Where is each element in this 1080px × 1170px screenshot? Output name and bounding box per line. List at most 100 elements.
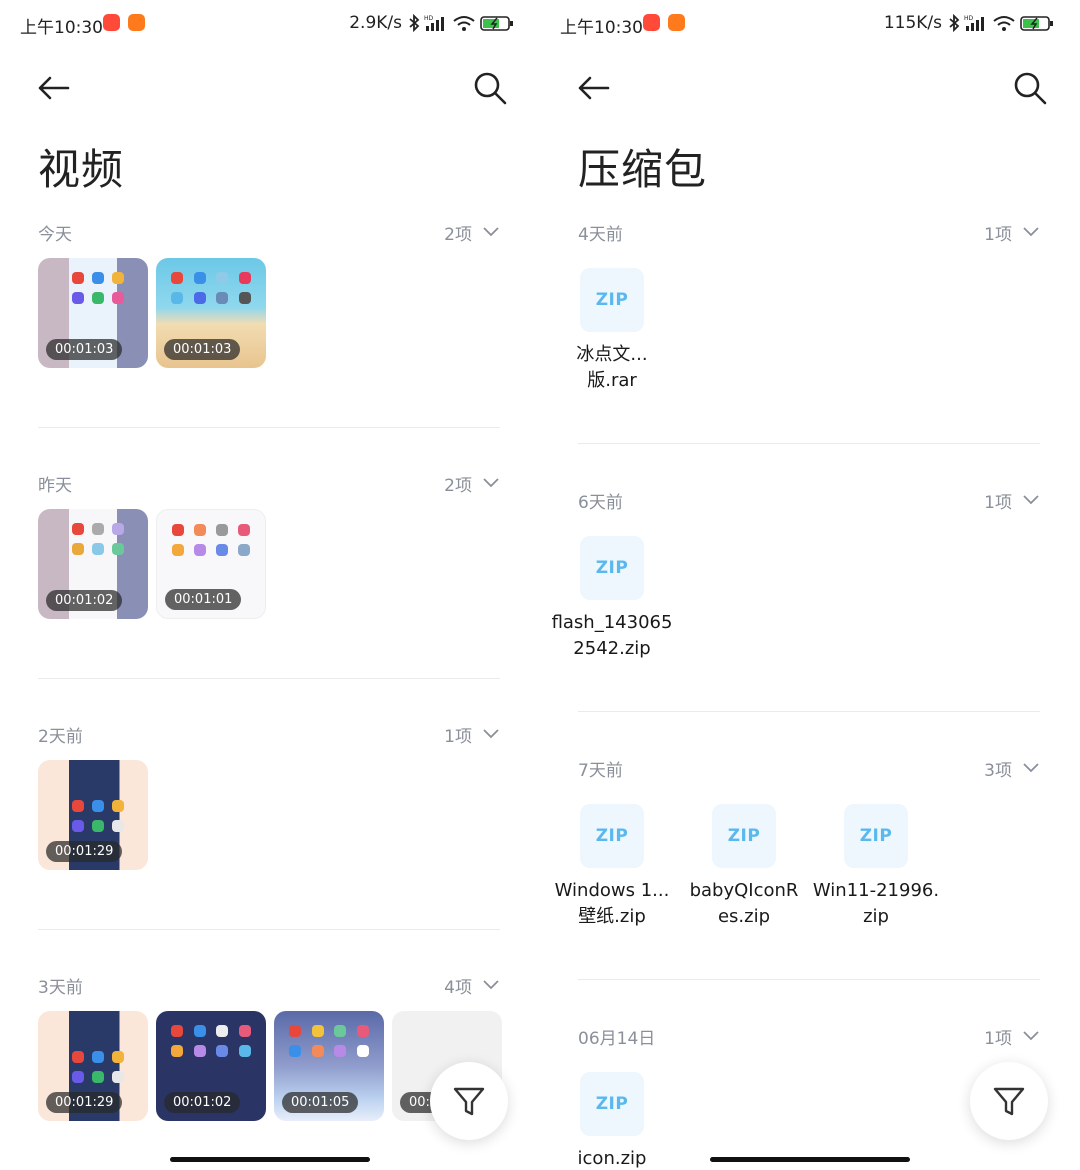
chevron-down-icon[interactable] — [1022, 760, 1040, 774]
page-title: 视频 — [38, 145, 125, 194]
section-header[interactable]: 昨天 2项 — [38, 471, 500, 499]
archive-file-item[interactable]: ZIP 冰点文... 版.rar — [576, 268, 710, 408]
page-title: 压缩包 — [578, 145, 708, 194]
video-pane: 上午10:30 2.9K/s HD 视频 今天 2项 00:01:03 00:0… — [0, 0, 540, 1170]
video-thumbnail[interactable]: 00:01:02 — [38, 509, 148, 619]
section-date: 3天前 — [38, 978, 83, 998]
section-divider — [38, 427, 500, 428]
svg-text:HD: HD — [424, 15, 434, 22]
file-name: Windows 1... 壁纸.zip — [554, 880, 670, 927]
section-2-days-ago: 2天前 1项 00:01:29 — [38, 722, 500, 882]
video-thumbnail[interactable]: 00:01:02 — [156, 1011, 266, 1121]
video-duration: 00:01:03 — [46, 339, 123, 360]
chevron-down-icon[interactable] — [1022, 224, 1040, 238]
signal-icon: HD — [964, 15, 984, 31]
archive-file-item[interactable]: ZIP icon.zip — [578, 1072, 710, 1170]
zip-file-icon: ZIP — [580, 1072, 644, 1136]
chevron-down-icon[interactable] — [1022, 1028, 1040, 1042]
status-bar: 上午10:30 115K/s HD — [540, 10, 1080, 40]
section-4-days-ago: 4天前 1项 ZIP 冰点文... 版.rar — [576, 220, 1040, 420]
section-header[interactable]: 今天 2项 — [38, 220, 500, 248]
search-icon[interactable] — [472, 70, 508, 106]
section-divider — [578, 979, 1040, 980]
back-arrow-icon[interactable] — [36, 72, 72, 104]
filter-funnel-icon — [993, 1087, 1025, 1116]
netease-music-app-icon — [103, 14, 120, 31]
section-date: 6天前 — [578, 493, 623, 513]
bluetooth-icon — [409, 14, 420, 32]
search-icon[interactable] — [1012, 70, 1048, 106]
section-count: 1项 — [984, 1029, 1012, 1049]
video-duration: 00:01:01 — [165, 589, 242, 610]
video-thumbnail[interactable]: 00:01:29 — [38, 1011, 148, 1121]
chevron-down-icon[interactable] — [482, 977, 500, 991]
top-bar — [540, 66, 1080, 110]
video-thumbnail[interactable]: 00:01:01 — [156, 509, 266, 619]
section-header[interactable]: 6天前 1项 — [578, 488, 1040, 516]
video-thumbnail[interactable]: 00:01:05 — [274, 1011, 384, 1121]
section-divider — [38, 929, 500, 930]
notification-app-icon — [128, 14, 145, 31]
netease-music-app-icon — [643, 14, 660, 31]
section-divider — [578, 443, 1040, 444]
zip-file-icon: ZIP — [580, 268, 644, 332]
filter-button[interactable] — [430, 1062, 508, 1140]
section-header[interactable]: 3天前 4项 — [38, 973, 500, 1001]
video-thumbnail[interactable]: 00:01:03 — [156, 258, 266, 368]
svg-text:HD: HD — [964, 15, 974, 22]
chevron-down-icon[interactable] — [482, 475, 500, 489]
section-count: 2项 — [444, 476, 472, 496]
network-speed: 115K/s — [883, 13, 942, 33]
status-time: 上午10:30 — [560, 18, 643, 38]
section-yesterday: 昨天 2项 00:01:02 00:01:01 — [38, 471, 500, 631]
chevron-down-icon[interactable] — [482, 726, 500, 740]
video-duration: 00:01:03 — [164, 339, 241, 360]
zip-file-icon: ZIP — [712, 804, 776, 868]
home-indicator[interactable] — [170, 1157, 370, 1162]
section-date: 06月14日 — [578, 1029, 656, 1049]
status-time: 上午10:30 — [20, 18, 103, 38]
wifi-icon — [993, 16, 1015, 31]
filter-funnel-icon — [453, 1087, 485, 1116]
section-header[interactable]: 06月14日 1项 — [578, 1024, 1040, 1052]
video-thumbnail[interactable]: 00:01:03 — [38, 258, 148, 368]
zip-file-icon: ZIP — [844, 804, 908, 868]
chevron-down-icon[interactable] — [482, 224, 500, 238]
video-duration: 00:01:02 — [46, 590, 123, 611]
video-thumbnail[interactable]: 00:01:29 — [38, 760, 148, 870]
section-header[interactable]: 4天前 1项 — [578, 220, 1040, 248]
video-duration: 00:01:05 — [282, 1092, 359, 1113]
section-3-days-ago: 3天前 4项 00:01:29 00:01:02 00:01:05 00:0 — [38, 973, 502, 1143]
section-count: 3项 — [984, 761, 1012, 781]
status-bar: 上午10:30 2.9K/s HD — [0, 10, 540, 40]
zip-file-icon: ZIP — [580, 536, 644, 600]
section-today: 今天 2项 00:01:03 00:01:03 — [38, 220, 500, 380]
section-count: 1项 — [984, 493, 1012, 513]
section-header[interactable]: 7天前 3项 — [578, 756, 1040, 784]
bluetooth-icon — [949, 14, 960, 32]
section-6-days-ago: 6天前 1项 ZIP flash_143065 2542.zip — [552, 488, 1040, 688]
back-arrow-icon[interactable] — [576, 72, 612, 104]
file-name: flash_143065 2542.zip — [551, 612, 673, 659]
section-divider — [38, 678, 500, 679]
section-divider — [578, 711, 1040, 712]
section-date: 4天前 — [578, 225, 623, 245]
section-date: 2天前 — [38, 727, 83, 747]
signal-icon: HD — [424, 15, 444, 31]
archive-file-item[interactable]: ZIP Win11-21996. zip — [813, 804, 974, 944]
file-name: icon.zip — [577, 1148, 647, 1169]
section-count: 2项 — [444, 225, 472, 245]
video-duration: 00:01:29 — [46, 1092, 123, 1113]
section-date: 今天 — [38, 225, 72, 245]
notification-app-icon — [668, 14, 685, 31]
section-header[interactable]: 2天前 1项 — [38, 722, 500, 750]
archive-pane: 上午10:30 115K/s HD 压缩包 4天前 1项 ZIP 冰点文... 版… — [540, 0, 1080, 1170]
section-date: 昨天 — [38, 476, 72, 496]
archive-file-item[interactable]: ZIP flash_143065 2542.zip — [552, 536, 710, 676]
section-date: 7天前 — [578, 761, 623, 781]
video-duration: 00:01:02 — [164, 1092, 241, 1113]
top-bar — [0, 66, 540, 110]
home-indicator[interactable] — [710, 1157, 910, 1162]
filter-button[interactable] — [970, 1062, 1048, 1140]
chevron-down-icon[interactable] — [1022, 492, 1040, 506]
